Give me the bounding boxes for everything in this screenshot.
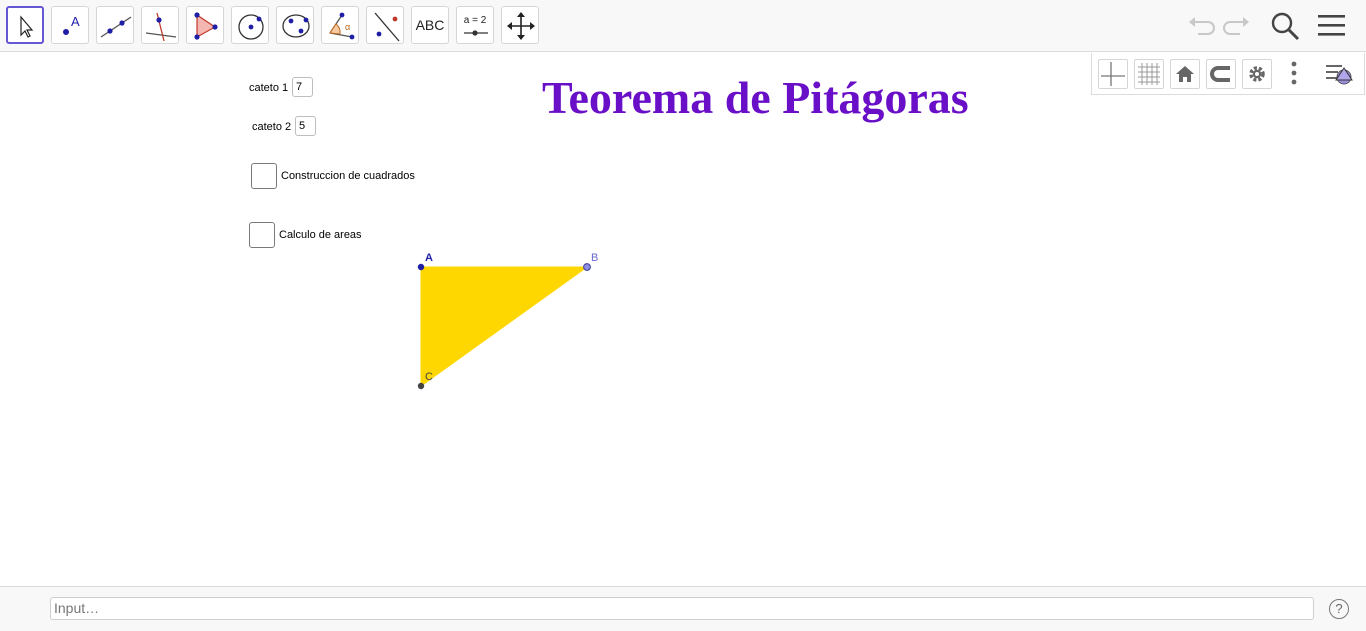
reflect-line-icon <box>374 12 400 42</box>
cateto-1-label: cateto 1 <box>249 82 289 94</box>
calculo-areas-label: Calculo de areas <box>279 229 362 241</box>
input-bar: Input… ? <box>0 586 1366 631</box>
point-tool-button[interactable]: A <box>51 6 89 44</box>
cateto-1-input[interactable]: 7 <box>292 77 313 97</box>
construccion-cuadrados-checkbox[interactable] <box>251 163 277 189</box>
redo-icon[interactable] <box>1222 11 1252 41</box>
polygon-tool-button[interactable] <box>186 6 224 44</box>
calculo-areas-checkbox[interactable] <box>249 222 275 248</box>
construccion-cuadrados-label: Construccion de cuadrados <box>281 170 415 182</box>
algebra-input-field[interactable]: Input… <box>50 597 1314 620</box>
angle-tool-glyph: α <box>345 22 350 32</box>
circle-tool-button[interactable] <box>231 6 269 44</box>
cateto-2-label: cateto 2 <box>252 121 292 133</box>
angle-icon: α <box>329 12 355 40</box>
slider-icon <box>464 30 488 36</box>
point-icon: A <box>63 14 80 35</box>
move-graphics-view-tool-button[interactable] <box>501 6 539 44</box>
circle-icon <box>238 14 264 40</box>
move-arrows-icon <box>507 12 535 40</box>
move-tool-button[interactable] <box>6 6 44 44</box>
search-icon[interactable] <box>1268 9 1302 43</box>
conic-tool-button[interactable] <box>276 6 314 44</box>
page-title: Teorema de Pitágoras <box>542 72 969 123</box>
text-tool-button[interactable]: ABC <box>411 6 449 44</box>
point-tool-glyph: A <box>71 14 80 29</box>
angle-tool-button[interactable]: α <box>321 6 359 44</box>
graphics-view[interactable] <box>0 53 1366 586</box>
help-icon[interactable]: ? <box>1329 599 1349 619</box>
main-menu-icon[interactable] <box>1316 10 1348 42</box>
ellipse-icon <box>282 14 310 38</box>
reflect-tool-button[interactable] <box>366 6 404 44</box>
text-tool-label: ABC <box>415 17 445 33</box>
line-tool-button[interactable] <box>96 6 134 44</box>
slider-tool-button[interactable]: a = 2 <box>456 6 494 44</box>
undo-icon[interactable] <box>1186 11 1216 41</box>
polygon-icon <box>194 12 218 40</box>
perpendicular-line-icon <box>145 12 177 42</box>
cateto-2-input[interactable]: 5 <box>295 116 316 136</box>
perpendicular-line-tool-button[interactable] <box>141 6 179 44</box>
cursor-arrow-icon <box>20 15 34 38</box>
toolbar: A α ABC a = 2 <box>0 0 1366 52</box>
line-icon <box>100 16 132 38</box>
